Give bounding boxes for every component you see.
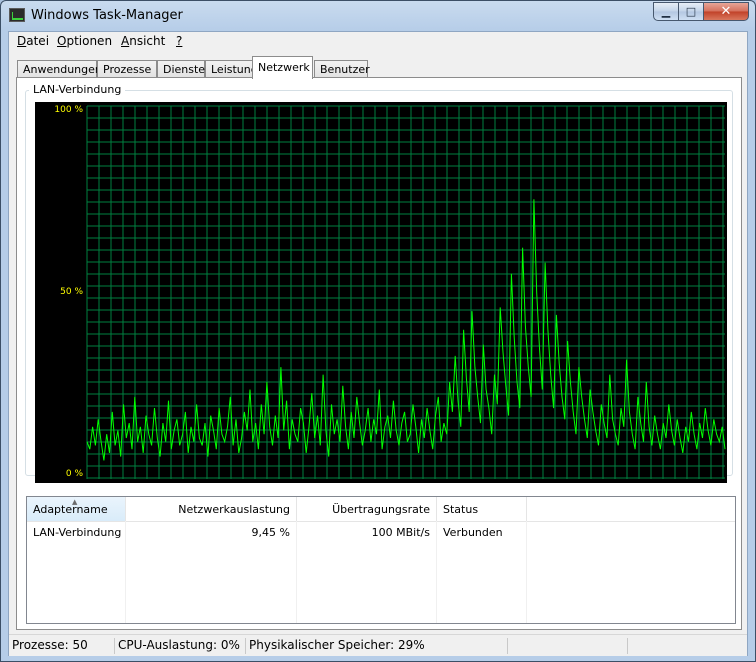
maximize-icon: □: [685, 5, 697, 18]
title-bar[interactable]: Windows Task-Manager ▁ □ ✕: [1, 1, 755, 31]
column-netzwerkauslastung[interactable]: Netzwerkauslastung: [126, 497, 297, 521]
maximize-button[interactable]: □: [679, 2, 704, 21]
graph-title: LAN-Verbindung: [29, 83, 126, 96]
list-header: ▲ Adaptername Netzwerkauslastung Übertra…: [27, 497, 735, 522]
client-area: Datei Optionen Ansicht ? Anwendungen Pro…: [8, 31, 748, 656]
cell-status: Verbunden: [443, 526, 503, 539]
tab-prozesse[interactable]: Prozesse: [97, 60, 157, 78]
minimize-icon: ▁: [661, 5, 671, 18]
tab-netzwerk[interactable]: Netzwerk: [252, 56, 313, 79]
cell-usage: 9,45 %: [251, 526, 290, 539]
status-cpu: CPU-Auslastung: 0%: [115, 638, 246, 654]
menu-ansicht-label: nsicht: [129, 34, 166, 48]
menu-datei-accesskey: D: [17, 34, 27, 48]
menu-datei[interactable]: Datei: [17, 34, 49, 48]
status-empty: [508, 638, 628, 654]
adapter-list[interactable]: ▲ Adaptername Netzwerkauslastung Übertra…: [26, 496, 736, 624]
menu-optionen[interactable]: Optionen: [57, 34, 112, 48]
close-button[interactable]: ✕: [704, 2, 749, 21]
status-processes: Prozesse: 50: [9, 638, 115, 654]
cell-rate: 100 MBit/s: [371, 526, 430, 539]
cell-adapter-name: LAN-Verbindung: [33, 526, 122, 539]
column-uebertragungsrate[interactable]: Übertragungsrate: [297, 497, 437, 521]
network-usage-chart: [86, 105, 726, 479]
column-adaptername[interactable]: ▲ Adaptername: [27, 497, 126, 521]
minimize-button[interactable]: ▁: [653, 2, 679, 21]
column-adaptername-label: Adaptername: [33, 503, 108, 516]
close-icon: ✕: [720, 4, 732, 19]
column-status[interactable]: Status: [437, 497, 527, 521]
menu-help-accesskey: ?: [176, 34, 183, 48]
sort-ascending-icon: ▲: [72, 498, 78, 506]
tab-benutzer[interactable]: Benutzer: [314, 60, 370, 78]
network-graph: 100 % 50 % 0 %: [35, 102, 727, 483]
menu-ansicht-accesskey: A: [121, 34, 130, 48]
menu-datei-label: atei: [26, 34, 50, 48]
table-row[interactable]: LAN-Verbindung 9,45 % 100 MBit/s Verbund…: [27, 522, 735, 542]
menu-optionen-label: ptionen: [66, 34, 113, 48]
tab-dienste[interactable]: Dienste: [157, 60, 205, 78]
task-manager-icon: [9, 8, 25, 22]
status-bar: Prozesse: 50 CPU-Auslastung: 0% Physikal…: [9, 634, 747, 656]
status-memory: Physikalischer Speicher: 29%: [246, 638, 508, 654]
task-manager-window: Windows Task-Manager ▁ □ ✕ Datei Optione…: [0, 0, 756, 662]
network-tab-panel: LAN-Verbindung 100 % 50 % 0 % ▲ Adaptern…: [16, 77, 742, 630]
menu-ansicht[interactable]: Ansicht: [121, 34, 165, 48]
window-controls: ▁ □ ✕: [653, 2, 749, 21]
menu-help[interactable]: ?: [176, 34, 182, 48]
tab-anwendungen[interactable]: Anwendungen: [17, 60, 102, 78]
tab-leistung[interactable]: Leistung: [205, 60, 258, 78]
window-title: Windows Task-Manager: [31, 8, 183, 23]
menu-bar: Datei Optionen Ansicht ?: [9, 32, 747, 52]
